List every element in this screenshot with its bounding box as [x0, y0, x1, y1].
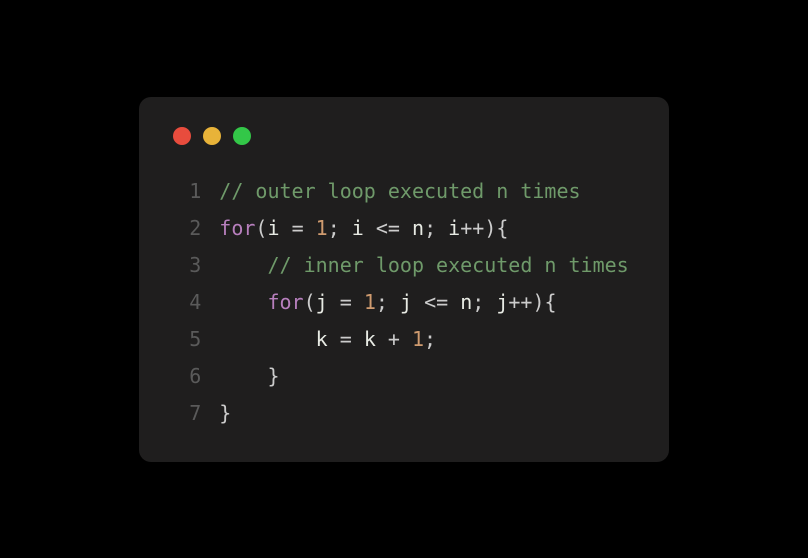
token-var: n — [412, 216, 424, 240]
token-paren: ( — [255, 216, 267, 240]
token-plain — [304, 216, 316, 240]
token-op: <= — [376, 216, 400, 240]
token-brace: } — [219, 401, 231, 425]
token-plain — [328, 290, 340, 314]
token-plain — [352, 290, 364, 314]
token-semi: ; — [472, 290, 484, 314]
code-content: // outer loop executed n times — [219, 173, 580, 210]
token-var: i — [352, 216, 364, 240]
token-plain — [388, 290, 400, 314]
token-var: j — [496, 290, 508, 314]
code-editor-window: 1 // outer loop executed n times 2 for(i = … — [139, 97, 668, 462]
code-content: for(j = 1; j <= n; j++){ — [219, 284, 556, 321]
token-plain — [364, 216, 376, 240]
code-line: 1 // outer loop executed n times — [169, 173, 628, 210]
token-paren: ) — [484, 216, 496, 240]
token-paren: ) — [532, 290, 544, 314]
maximize-icon[interactable] — [233, 127, 251, 145]
token-op: = — [340, 327, 352, 351]
token-var: i — [448, 216, 460, 240]
token-var: i — [267, 216, 279, 240]
minimize-icon[interactable] — [203, 127, 221, 145]
token-comment: // inner loop executed n times — [267, 253, 628, 277]
token-num: 1 — [364, 290, 376, 314]
code-line: 2for(i = 1; i <= n; i++){ — [169, 210, 628, 247]
token-brace: { — [545, 290, 557, 314]
token-paren: ( — [304, 290, 316, 314]
token-brace: { — [496, 216, 508, 240]
code-content: } — [219, 395, 231, 432]
token-var: j — [400, 290, 412, 314]
code-content: k = k + 1; — [219, 321, 436, 358]
token-op: = — [292, 216, 304, 240]
token-semi: ; — [376, 290, 388, 314]
token-plain — [484, 290, 496, 314]
code-area[interactable]: 1 // outer loop executed n times 2 for(i = … — [169, 173, 628, 432]
code-content: // inner loop executed n times — [219, 247, 628, 284]
token-plain — [436, 216, 448, 240]
token-num: 1 — [412, 327, 424, 351]
token-semi: ; — [328, 216, 340, 240]
code-line: 3 // inner loop executed n times — [169, 247, 628, 284]
token-semi: ; — [424, 216, 436, 240]
token-var: k — [316, 327, 328, 351]
token-plain — [328, 327, 340, 351]
token-var: k — [364, 327, 376, 351]
token-plain — [376, 327, 388, 351]
token-var: j — [316, 290, 328, 314]
token-plain — [400, 327, 412, 351]
token-op: ++ — [508, 290, 532, 314]
line-number: 1 — [169, 173, 201, 210]
code-line: 4 for(j = 1; j <= n; j++){ — [169, 284, 628, 321]
token-op: <= — [424, 290, 448, 314]
code-line: 6 } — [169, 358, 628, 395]
token-keyword: for — [267, 290, 303, 314]
token-var: n — [460, 290, 472, 314]
token-plain — [352, 327, 364, 351]
token-plain — [340, 216, 352, 240]
token-plain — [412, 290, 424, 314]
line-number: 7 — [169, 395, 201, 432]
token-brace: } — [267, 364, 279, 388]
line-number: 5 — [169, 321, 201, 358]
code-line: 5 k = k + 1; — [169, 321, 628, 358]
token-op: = — [340, 290, 352, 314]
code-content: } — [219, 358, 279, 395]
line-number: 3 — [169, 247, 201, 284]
token-num: 1 — [316, 216, 328, 240]
token-keyword: for — [219, 216, 255, 240]
token-comment: // outer loop executed n times — [219, 179, 580, 203]
token-op: ++ — [460, 216, 484, 240]
close-icon[interactable] — [173, 127, 191, 145]
code-content: for(i = 1; i <= n; i++){ — [219, 210, 508, 247]
line-number: 6 — [169, 358, 201, 395]
token-plain — [400, 216, 412, 240]
code-line: 7} — [169, 395, 628, 432]
token-op: + — [388, 327, 400, 351]
line-number: 2 — [169, 210, 201, 247]
line-number: 4 — [169, 284, 201, 321]
token-semi: ; — [424, 327, 436, 351]
token-plain — [448, 290, 460, 314]
token-plain — [280, 216, 292, 240]
window-controls — [173, 127, 628, 145]
